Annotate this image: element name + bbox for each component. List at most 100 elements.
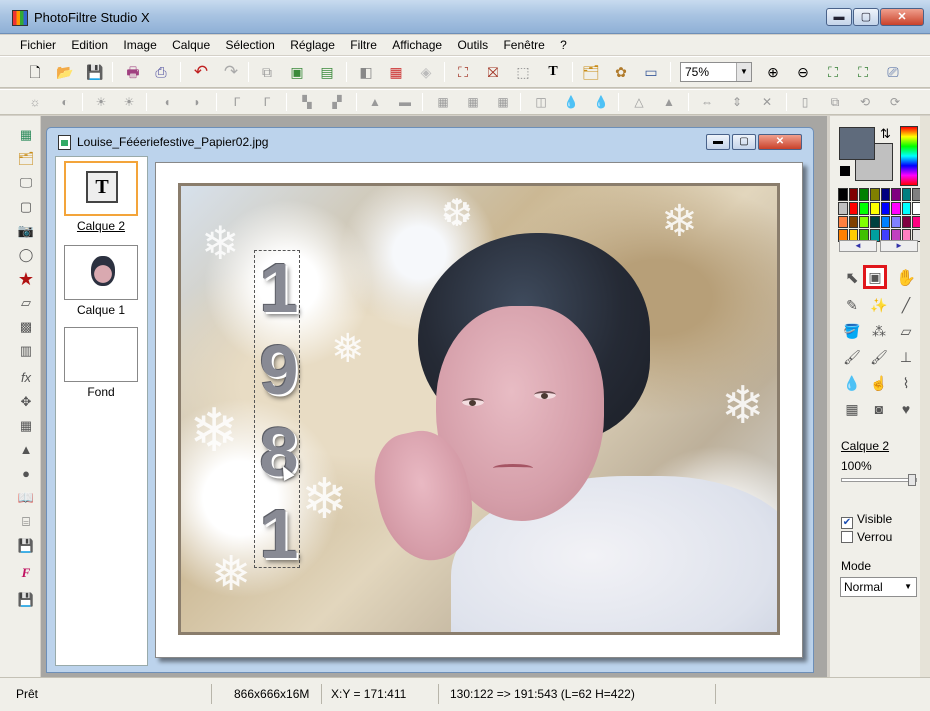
saturation-up-icon[interactable]: ▞ (326, 92, 348, 112)
window-icon[interactable]: ▭ (640, 61, 662, 83)
stamp-icon[interactable]: ⊥ (894, 345, 918, 369)
brush-icon[interactable]: 🖌 (840, 345, 864, 369)
crop-icon[interactable]: ⬚ (512, 61, 534, 83)
circle-icon[interactable]: ◯ (16, 245, 36, 265)
active-layer-name[interactable]: Calque 2 (841, 439, 889, 453)
gradient-icon[interactable]: ◧ (355, 61, 377, 83)
document-minimize-button[interactable]: ▬ (706, 134, 730, 150)
advanced-brush-icon[interactable]: 🖌 (867, 345, 891, 369)
canvas-area[interactable]: ❄ ❄ ❄ ❅ ❆ ❄ ❄ ❅ 1 9 8 1 (151, 156, 807, 666)
clone-icon[interactable]: ⌇ (894, 371, 918, 395)
visible-checkbox[interactable]: ✔ Visible (841, 512, 892, 529)
calculator-icon[interactable]: ▦ (16, 125, 36, 145)
menu-fenetre[interactable]: Fenêtre (497, 35, 550, 55)
line-icon[interactable]: ╱ (894, 293, 918, 317)
paste-layer-icon[interactable]: ▤ (316, 61, 338, 83)
image-canvas[interactable]: ❄ ❄ ❄ ❅ ❆ ❄ ❄ ❅ 1 9 8 1 (155, 162, 803, 658)
adjust-icon[interactable]: ◈ (415, 61, 437, 83)
eraser-icon[interactable]: ▱ (894, 319, 918, 343)
palette-swatch[interactable] (891, 201, 901, 215)
book-icon[interactable]: 📖 (16, 488, 36, 508)
browser-icon[interactable]: 🗂 (16, 149, 36, 169)
rotate-right-icon[interactable]: ⟳ (884, 92, 906, 112)
layer-item[interactable]: Calque 1 (60, 245, 142, 317)
camera-icon[interactable]: 📷 (16, 221, 36, 241)
palette-swatch[interactable] (848, 201, 859, 215)
copy-icon[interactable]: ⧉ (256, 61, 278, 83)
menu-image[interactable]: Image (117, 35, 162, 55)
menu-selection[interactable]: Sélection (219, 35, 280, 55)
open-folder-icon[interactable]: 📂 (54, 61, 76, 83)
palette-swatch[interactable] (901, 201, 912, 215)
palette-swatch[interactable] (869, 201, 880, 215)
palette-swatch[interactable] (859, 215, 869, 229)
close-button[interactable]: ✕ (880, 8, 924, 26)
pointer-icon[interactable]: ⬉ (840, 267, 864, 291)
palette-swatch[interactable] (891, 215, 901, 229)
layer-item[interactable]: T Calque 2 (60, 161, 142, 233)
blur-more-icon[interactable]: 💧 (590, 92, 612, 112)
palette-swatch[interactable] (838, 201, 848, 215)
menu-help[interactable]: ? (554, 35, 573, 55)
palette-swatch[interactable] (859, 188, 869, 201)
gradient-tool-icon[interactable]: ▥ (16, 341, 36, 361)
palette-swatch[interactable] (880, 188, 891, 201)
photo-image[interactable]: ❄ ❄ ❄ ❅ ❆ ❄ ❄ ❅ 1 9 8 1 (178, 183, 780, 635)
grid-filter-1-icon[interactable]: ▦ (432, 92, 454, 112)
save-2000-icon[interactable]: 💾 (16, 536, 36, 556)
redo-icon[interactable]: ↷ (220, 61, 242, 83)
star-icon[interactable]: ★ (16, 269, 36, 289)
menu-fichier[interactable]: Fichier (14, 35, 62, 55)
color-spectrum[interactable] (900, 126, 918, 186)
zoom-in-icon[interactable]: ⊕ (762, 61, 784, 83)
monitor-icon[interactable]: 🖵 (16, 173, 36, 193)
eyedropper-icon[interactable]: ✎ (840, 293, 864, 317)
auto-contrast-icon[interactable]: ◐ (54, 92, 76, 112)
flip-horizontal-icon[interactable]: ⇔ (696, 92, 718, 112)
palette-swatch[interactable] (901, 215, 912, 229)
magic-wand-icon[interactable]: ✨ (867, 293, 891, 317)
auto-levels-icon[interactable]: ☼ (24, 92, 46, 112)
histogram-tool-icon[interactable]: ▲ (16, 440, 36, 460)
scan-icon[interactable]: ⎙ (150, 61, 172, 83)
palette-swatch[interactable] (859, 201, 869, 215)
palette-swatch[interactable] (880, 215, 891, 229)
deform-icon[interactable]: ▦ (840, 397, 864, 421)
foreground-color-swatch[interactable] (839, 127, 875, 160)
sphere-icon[interactable]: ● (16, 464, 36, 484)
pattern-icon[interactable]: ✥ (16, 392, 36, 412)
canvas-size-icon[interactable]: ⛝ (482, 61, 504, 83)
opacity-slider[interactable] (841, 474, 917, 486)
palette-prev-button[interactable]: ◄ (839, 240, 877, 252)
print-icon[interactable]: 🖶 (122, 61, 144, 83)
blur-drop-icon[interactable]: 💧 (840, 371, 864, 395)
menu-affichage[interactable]: Affichage (386, 35, 448, 55)
sharpen-icon[interactable]: △ (628, 92, 650, 112)
brightness-down-icon[interactable]: ☀ (90, 92, 112, 112)
contrast-up-icon[interactable]: ◗ (186, 92, 208, 112)
palette-colors-icon[interactable]: ▦ (385, 61, 407, 83)
document-close-button[interactable]: ✕ (758, 134, 802, 150)
contrast-down-icon[interactable]: ◖ (156, 92, 178, 112)
plugin-icon[interactable]: ✿ (610, 61, 632, 83)
gamma-up-icon[interactable]: Γ (256, 92, 278, 112)
menu-edition[interactable]: Edition (65, 35, 114, 55)
page-curl-icon[interactable]: ▱ (16, 293, 36, 313)
palette-swatch[interactable] (901, 188, 912, 201)
gamma-down-icon[interactable]: Γ (226, 92, 248, 112)
palette-swatch[interactable] (880, 201, 891, 215)
palette-next-button[interactable]: ► (880, 240, 918, 252)
reset-colors-icon[interactable] (840, 166, 850, 176)
fill-bucket-icon[interactable]: 🪣 (840, 319, 864, 343)
undo-icon[interactable]: ↶ (190, 61, 212, 83)
menu-calque[interactable]: Calque (166, 35, 216, 55)
maximize-button[interactable]: ▢ (853, 8, 879, 26)
frame-icon[interactable]: ▯ (794, 92, 816, 112)
text-tool-icon[interactable]: T (542, 61, 564, 83)
menu-outils[interactable]: Outils (451, 35, 494, 55)
smudge-icon[interactable]: ☝ (867, 371, 891, 395)
saturation-down-icon[interactable]: ▚ (296, 92, 318, 112)
paste-image-icon[interactable]: ▣ (286, 61, 308, 83)
levels-icon[interactable]: ▬ (394, 92, 416, 112)
vertical-scrollbar[interactable] (920, 116, 930, 677)
